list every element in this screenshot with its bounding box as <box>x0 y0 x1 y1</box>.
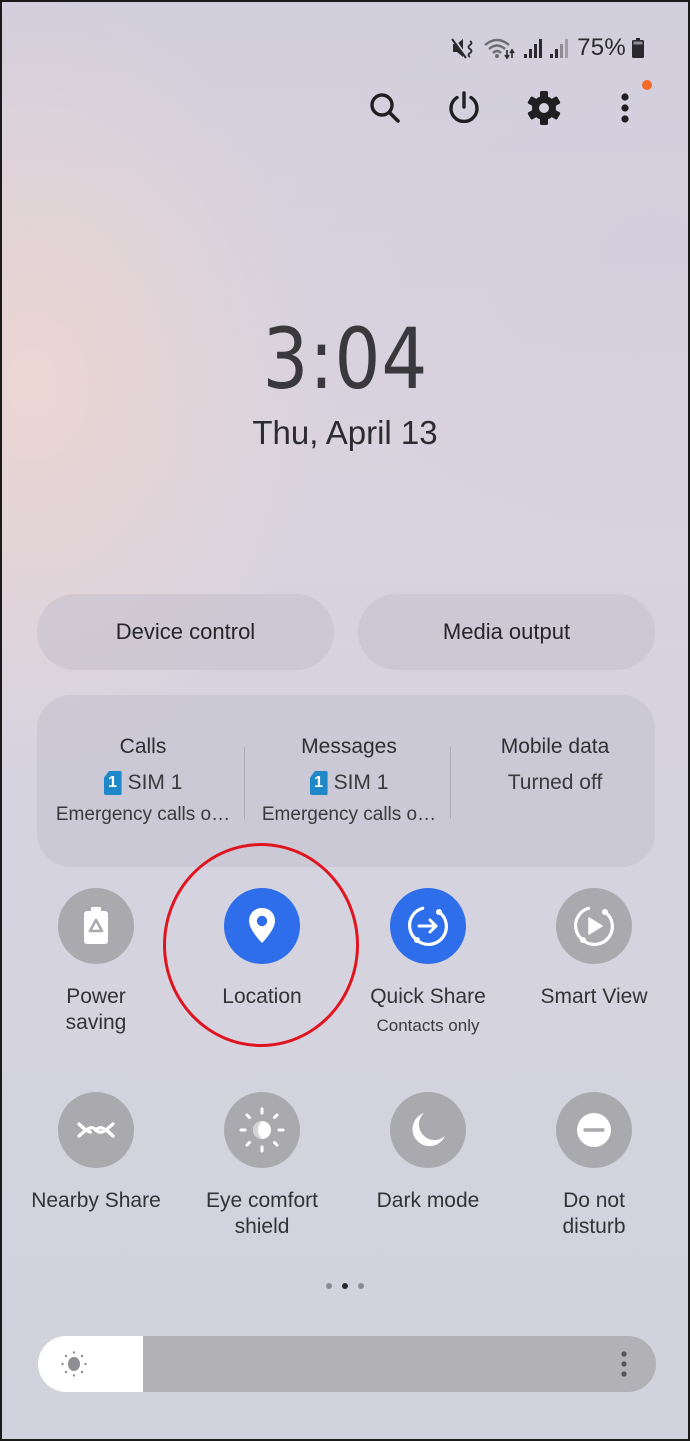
sim-messages-sim-label: SIM 1 <box>333 771 389 794</box>
notification-dot <box>642 80 652 90</box>
tile-location-label: Location <box>222 985 302 1008</box>
tile-nearby-share[interactable]: Nearby Share <box>16 1092 176 1214</box>
more-vertical-icon <box>621 93 629 123</box>
page-dot[interactable] <box>358 1283 364 1289</box>
tile-quick-share-label: Quick Share <box>370 985 486 1008</box>
tile-smart-view-label: Smart View <box>540 985 648 1008</box>
tile-power-saving-label: Power saving <box>16 984 176 1036</box>
mute-vibrate-icon <box>451 36 477 60</box>
tile-eye-comfort-shield-toggle[interactable] <box>224 1092 300 1168</box>
label-line: Eye comfort <box>205 1189 319 1212</box>
divider <box>450 747 451 819</box>
nearby-share-icon <box>77 1122 115 1138</box>
tile-do-not-disturb[interactable]: Do not disturb <box>514 1092 674 1240</box>
label-line: Do not <box>563 1189 625 1212</box>
brightness-slider-fill[interactable] <box>38 1336 144 1392</box>
brightness-slider[interactable] <box>38 1336 656 1392</box>
tile-eye-comfort-shield-label: Eye comfort shield <box>182 1188 342 1240</box>
tile-dark-mode-label: Dark mode <box>376 1189 480 1212</box>
search-icon <box>370 93 400 123</box>
clock-date[interactable]: Thu, April 13 <box>2 414 688 452</box>
tile-quick-share-sublabel: Contacts only <box>376 1016 480 1035</box>
tile-location[interactable]: Location <box>182 888 342 1010</box>
page-indicator <box>2 1283 688 1289</box>
more-options-button[interactable] <box>603 86 647 130</box>
clock-time[interactable]: 3:04 <box>2 310 688 408</box>
tile-quick-share[interactable]: Quick Share Contacts only <box>348 888 508 1036</box>
top-action-bar <box>2 86 688 130</box>
device-control-label: Device control <box>115 619 256 644</box>
tile-do-not-disturb-label: Do not disturb <box>514 1188 674 1240</box>
tile-nearby-share-label: Nearby Share <box>31 1189 161 1212</box>
power-icon <box>449 91 479 124</box>
sim-messages-sim: 1 SIM 1 <box>246 770 452 796</box>
tile-eye-comfort-shield[interactable]: Eye comfort shield <box>182 1092 342 1240</box>
eye-comfort-icon <box>239 1107 285 1153</box>
signal-sim2-icon <box>549 36 569 60</box>
search-button[interactable] <box>363 86 407 130</box>
brightness-more-options-icon[interactable] <box>620 1350 628 1378</box>
status-bar: 75% <box>451 32 644 64</box>
tile-power-saving[interactable]: Power saving <box>16 888 176 1036</box>
settings-button[interactable] <box>522 86 566 130</box>
battery-saver-icon <box>84 907 108 944</box>
tile-nearby-share-toggle[interactable] <box>58 1092 134 1168</box>
tile-location-toggle[interactable] <box>224 888 300 964</box>
tile-power-saving-toggle[interactable] <box>58 888 134 964</box>
label-line: Power <box>66 985 126 1008</box>
battery-percentage: 75% <box>577 34 626 61</box>
label-line: saving <box>65 1011 127 1034</box>
quick-share-icon <box>408 906 448 946</box>
divider <box>244 747 245 819</box>
tile-smart-view-toggle[interactable] <box>556 888 632 964</box>
location-pin-icon <box>249 908 275 943</box>
tile-quick-share-toggle[interactable] <box>390 888 466 964</box>
media-output-button[interactable]: Media output <box>358 594 655 670</box>
label-line: shield <box>234 1215 290 1238</box>
sim-calls[interactable]: Calls 1 SIM 1 Emergency calls o… <box>40 735 246 826</box>
battery-icon <box>632 38 644 58</box>
sim-messages-status: Emergency calls o… <box>261 804 437 825</box>
sim-messages-title: Messages <box>301 735 397 758</box>
do-not-disturb-icon <box>577 1113 611 1147</box>
sim-mobile-data-status: Turned off <box>507 771 603 794</box>
tile-smart-view[interactable]: Smart View <box>514 888 674 1010</box>
clock-time-text: 3:04 <box>262 310 428 408</box>
signal-sim1-icon <box>523 36 543 60</box>
quick-settings-panel: 75% 3:04 Thu, April 13 Device control Me… <box>2 2 688 1439</box>
moon-icon <box>412 1113 445 1147</box>
device-control-button[interactable]: Device control <box>37 594 334 670</box>
brightness-sun-icon <box>61 1351 87 1377</box>
sim-messages[interactable]: Messages 1 SIM 1 Emergency calls o… <box>246 735 452 826</box>
label-line: disturb <box>562 1215 626 1238</box>
wifi-data-activity-icon <box>483 36 517 60</box>
tile-dark-mode-toggle[interactable] <box>390 1092 466 1168</box>
sim-card-icon: 1 <box>309 771 328 795</box>
tile-dark-mode[interactable]: Dark mode <box>348 1092 508 1214</box>
sim-mobile-data-title: Mobile data <box>500 735 610 758</box>
sim-calls-sim-label: SIM 1 <box>127 771 183 794</box>
smart-view-icon <box>574 906 614 946</box>
gear-icon <box>527 91 561 125</box>
sim-calls-sim: 1 SIM 1 <box>40 770 246 796</box>
tile-do-not-disturb-toggle[interactable] <box>556 1092 632 1168</box>
sim-calls-status: Emergency calls o… <box>55 804 231 825</box>
sim-manager-panel: Calls 1 SIM 1 Emergency calls o… Message… <box>37 695 655 867</box>
page-dot[interactable] <box>326 1283 332 1289</box>
sim-card-icon: 1 <box>103 771 122 795</box>
sim-mobile-data[interactable]: Mobile data Turned off <box>452 735 658 796</box>
media-output-label: Media output <box>442 619 571 644</box>
page-dot-active[interactable] <box>342 1283 348 1289</box>
sim-calls-title: Calls <box>119 735 167 758</box>
power-button[interactable] <box>442 86 486 130</box>
